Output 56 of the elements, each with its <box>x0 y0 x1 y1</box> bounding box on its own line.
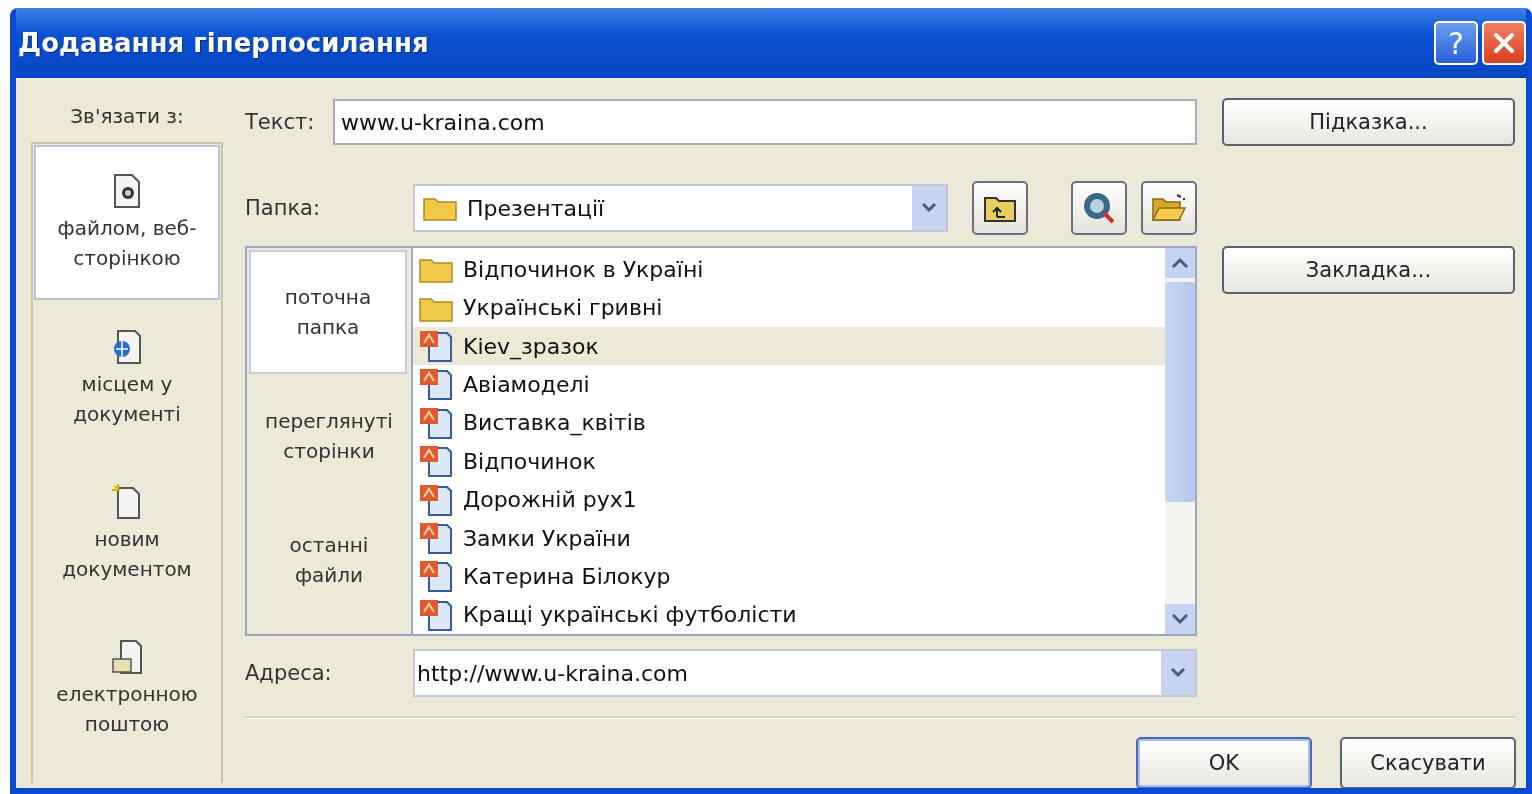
tooltip-button[interactable]: Підказка... <box>1222 98 1515 146</box>
file-row[interactable]: Відпочинок <box>413 442 1165 481</box>
cancel-button[interactable]: Скасувати <box>1340 737 1516 788</box>
address-field[interactable]: http://www.u-kraina.com <box>413 649 1197 697</box>
link-type-item[interactable]: файлом, веб-сторінкою <box>34 145 220 300</box>
browse-file-button[interactable] <box>1141 181 1197 235</box>
scrollbar-thumb[interactable] <box>1165 282 1195 502</box>
bookmark-button[interactable]: Закладка... <box>1222 246 1515 294</box>
ok-button[interactable]: OK <box>1136 737 1312 788</box>
link-to-label: Зв'язати з: <box>70 104 184 128</box>
help-button[interactable]: ? <box>1434 21 1478 65</box>
folder-label: Папка: <box>245 196 322 220</box>
chevron-down-icon <box>1170 667 1186 679</box>
folder-up-button[interactable] <box>971 181 1028 235</box>
browse-nav-item[interactable]: поточна папка <box>249 250 407 374</box>
chevron-down-icon <box>920 202 937 214</box>
file-row[interactable]: Авіамоделі <box>413 365 1165 404</box>
file-row[interactable]: Дорожній рух1 <box>413 480 1165 519</box>
browse-web-button[interactable] <box>1071 181 1128 235</box>
folder-icon <box>423 195 457 221</box>
presentation-file-icon <box>419 368 453 401</box>
file-row[interactable]: Відпочинок в Україні <box>413 250 1165 289</box>
file-row[interactable]: Катерина Білокур <box>413 557 1165 596</box>
close-icon <box>1491 30 1517 56</box>
presentation-file-icon <box>419 560 453 593</box>
new-document-icon <box>112 483 142 520</box>
file-row[interactable]: Замки України <box>413 518 1165 558</box>
text-field[interactable]: www.u-kraina.com <box>333 99 1197 145</box>
document-globe-icon <box>112 328 142 365</box>
web-page-icon <box>112 172 142 209</box>
text-label: Текст: <box>245 110 316 134</box>
open-folder-icon <box>1151 193 1188 223</box>
file-row[interactable]: Виставка_квітів <box>413 403 1165 443</box>
document-envelope-icon <box>112 638 142 675</box>
file-row[interactable]: Кращі українські футболісти <box>413 595 1165 635</box>
scrollbar[interactable] <box>1165 248 1195 634</box>
window-title: Додавання гіперпосилання <box>18 28 430 58</box>
file-row[interactable]: Українські гривні <box>413 288 1165 327</box>
scroll-up-icon[interactable] <box>1165 248 1195 278</box>
folder-dropdown[interactable]: Презентації <box>413 184 948 232</box>
address-label: Адреса: <box>245 661 333 685</box>
close-button[interactable] <box>1482 21 1526 65</box>
browse-nav-item[interactable]: переглянуті сторінки <box>247 374 411 498</box>
presentation-file-icon <box>419 483 453 516</box>
link-type-item[interactable]: місцем у документі <box>33 301 221 456</box>
presentation-file-icon <box>419 445 453 478</box>
presentation-file-icon <box>419 330 453 362</box>
globe-magnifier-icon <box>1082 191 1117 225</box>
file-row[interactable]: Kiev_зразок <box>413 326 1165 366</box>
browse-nav-item[interactable]: останні файли <box>247 498 411 622</box>
presentation-file-icon <box>419 406 453 439</box>
presentation-file-icon <box>419 522 453 555</box>
scroll-down-icon[interactable] <box>1165 604 1195 634</box>
link-type-item[interactable]: новим документом <box>33 456 221 611</box>
link-type-item[interactable]: електронною поштою <box>33 611 221 766</box>
presentation-file-icon <box>419 598 453 631</box>
